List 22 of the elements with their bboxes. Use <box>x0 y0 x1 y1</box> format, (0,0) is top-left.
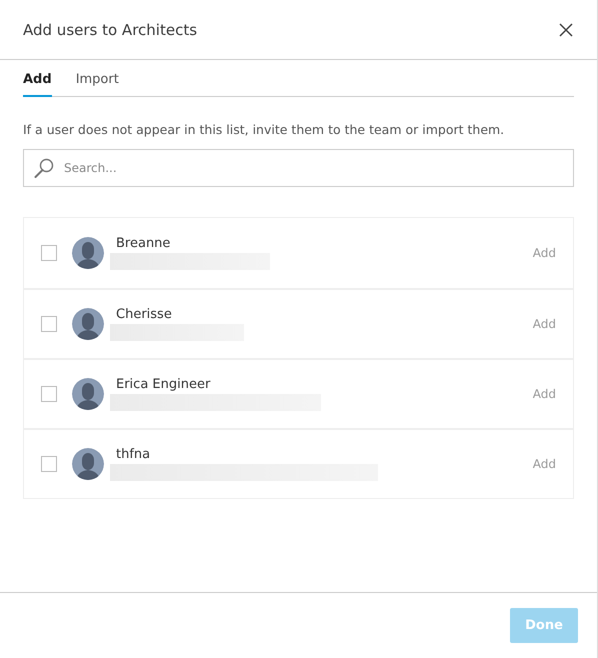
close-icon[interactable] <box>558 22 574 38</box>
checkbox[interactable] <box>41 245 57 261</box>
add-link[interactable]: Add <box>532 387 556 401</box>
checkbox[interactable] <box>41 316 57 332</box>
user-name: thfna <box>116 447 152 462</box>
avatar-icon <box>72 378 104 410</box>
tab[interactable]: Add <box>23 72 52 97</box>
dialog-title: Add users to Architects <box>23 20 198 38</box>
add-link[interactable]: Add <box>532 317 556 331</box>
tab[interactable]: Import <box>76 72 119 97</box>
avatar-icon <box>72 308 104 340</box>
user-name: Cherisse <box>116 307 173 322</box>
user-name: Erica Engineer <box>116 377 212 392</box>
avatar-icon <box>72 448 104 480</box>
checkbox[interactable] <box>41 456 57 472</box>
user-name: Breanne <box>116 236 172 251</box>
add-link[interactable]: Add <box>532 457 556 471</box>
avatar-icon <box>72 237 104 269</box>
checkbox[interactable] <box>41 386 57 402</box>
add-link[interactable]: Add <box>532 246 556 260</box>
search-field[interactable]: Search... <box>23 149 574 187</box>
hint-text: If a user does not appear in this list, invite them to the team or import them. <box>23 122 506 137</box>
